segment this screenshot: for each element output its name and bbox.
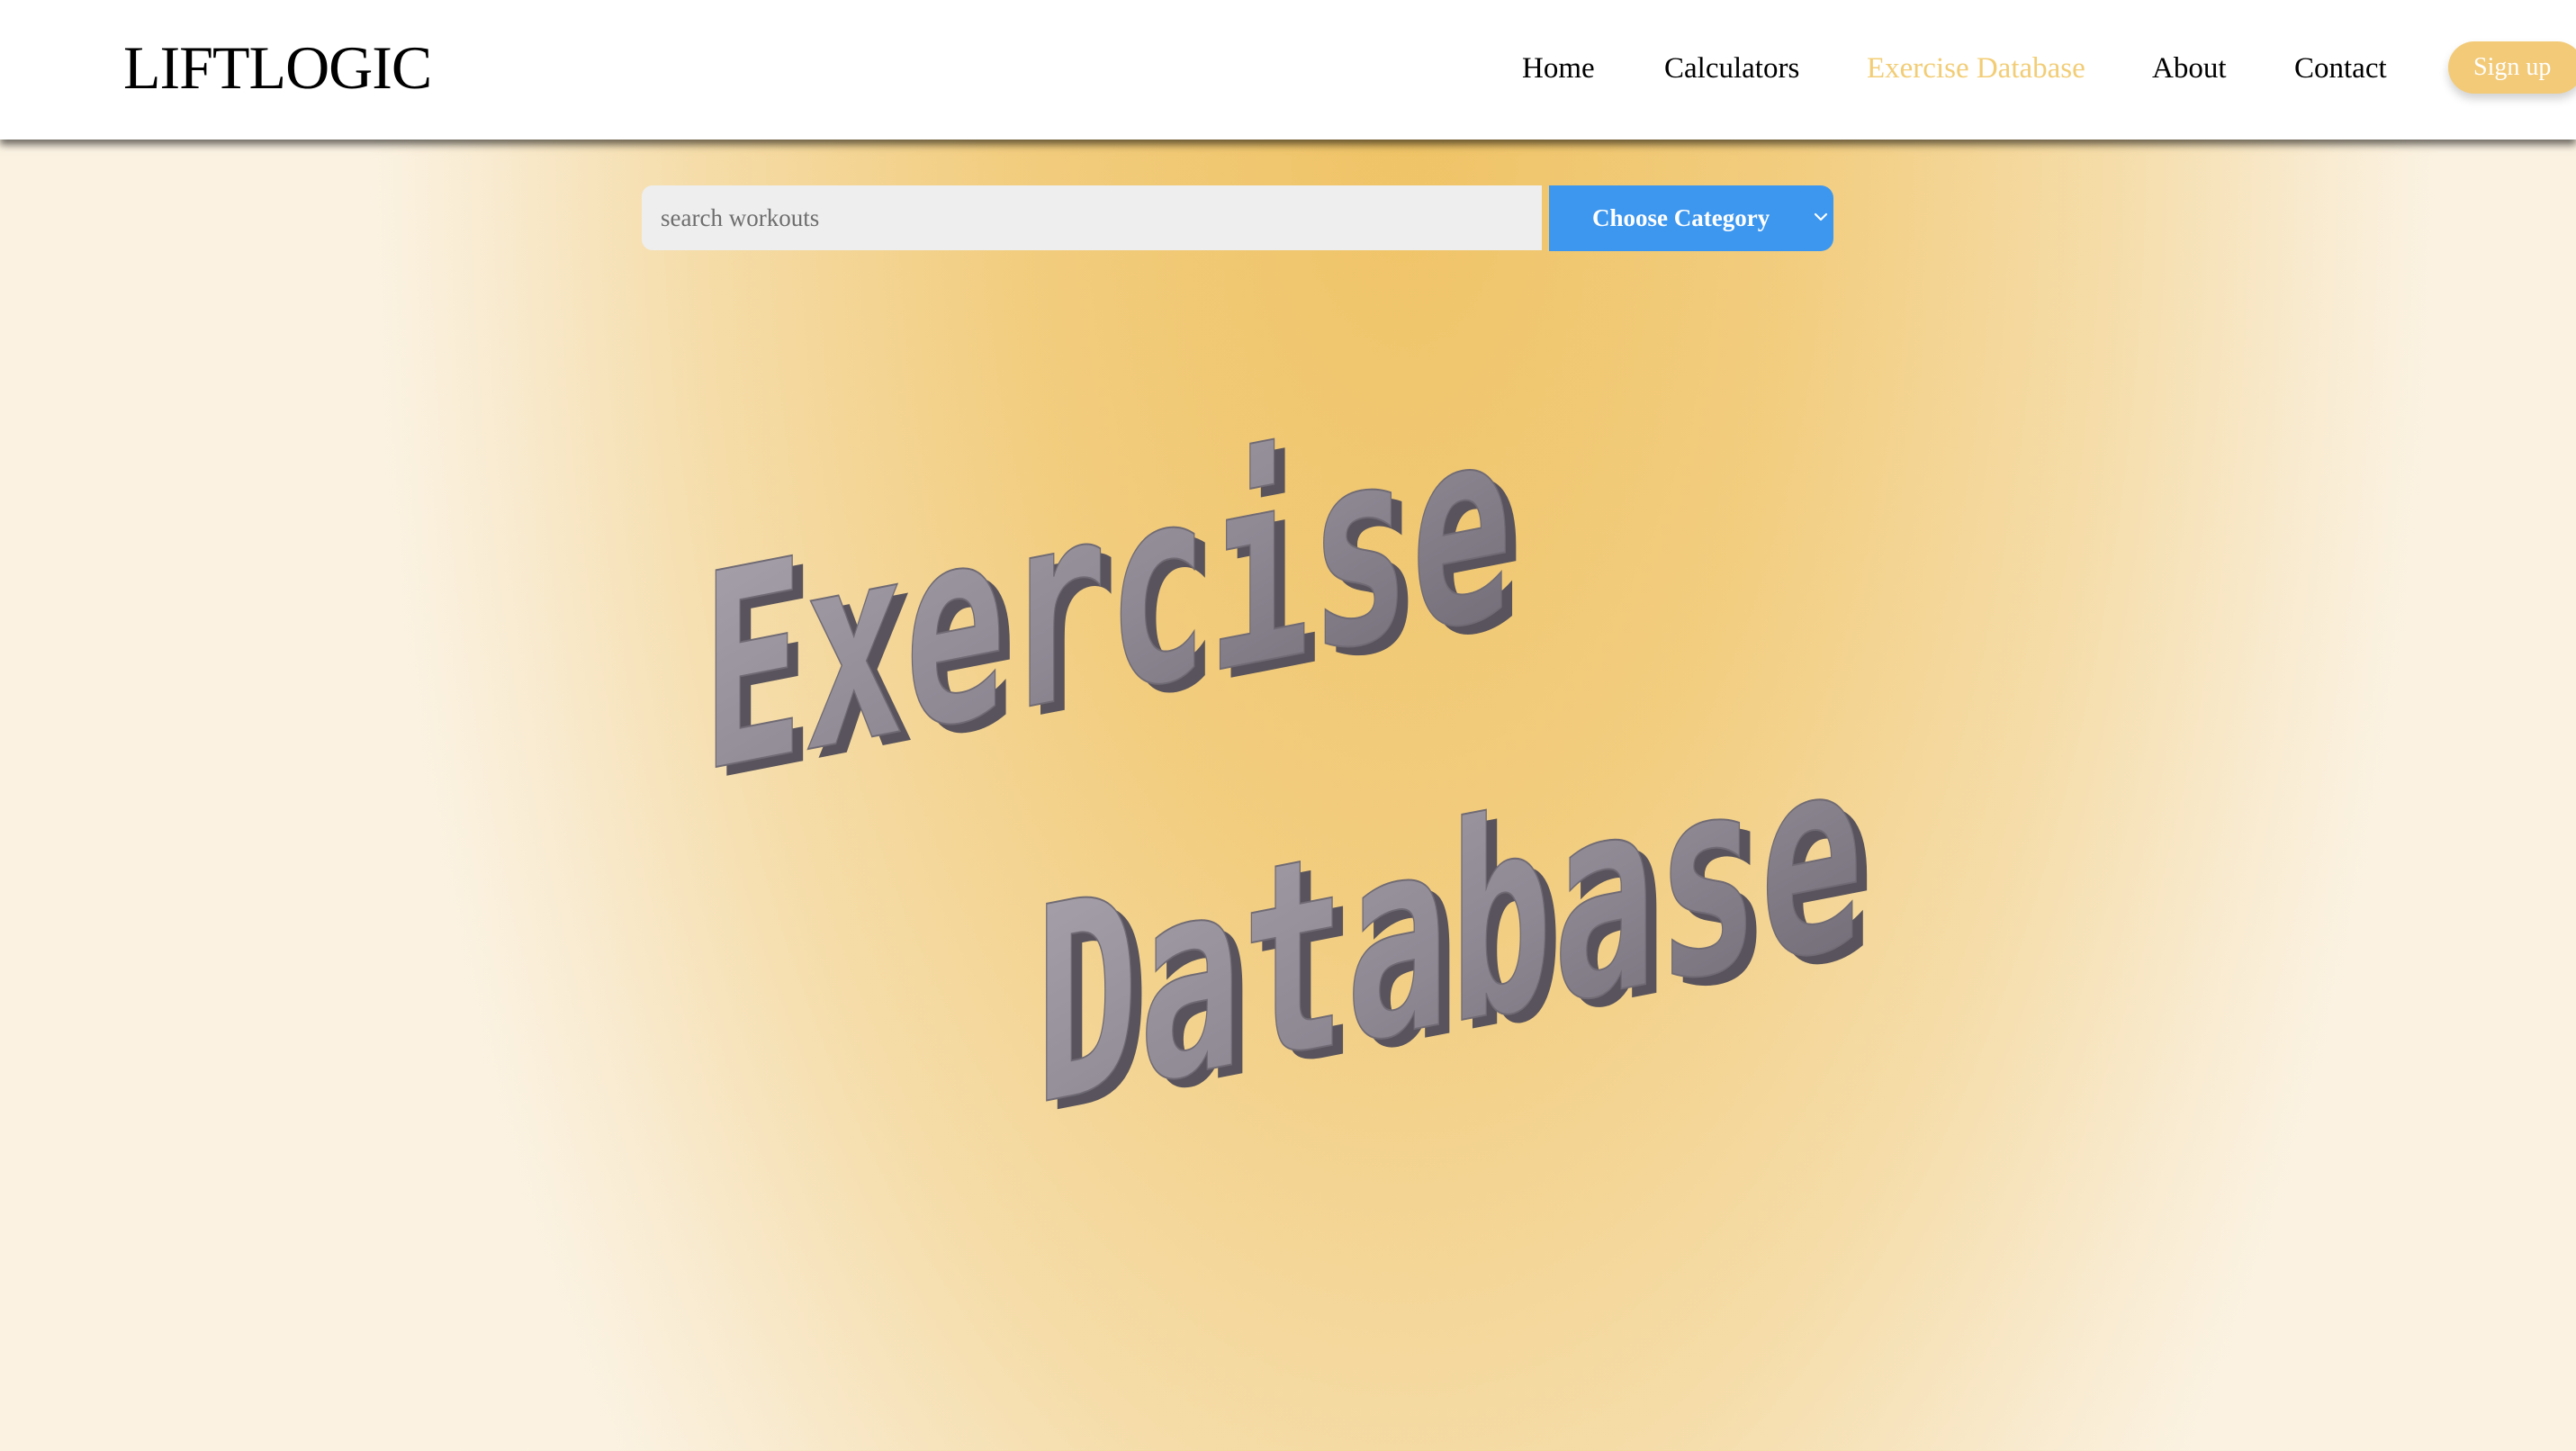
site-header: LIFTLOGIC Home Calculators Exercise Data…	[0, 0, 2576, 140]
logo[interactable]: LIFTLOGIC	[123, 32, 432, 103]
signup-button[interactable]: Sign up	[2448, 41, 2576, 94]
nav-exercise-database[interactable]: Exercise Database	[1867, 47, 2085, 90]
nav-home[interactable]: Home	[1522, 47, 1595, 90]
category-select-label: Choose Category	[1592, 204, 1770, 231]
nav-contact[interactable]: Contact	[2294, 47, 2387, 90]
nav-about[interactable]: About	[2152, 47, 2227, 90]
hero-title: Exercise Exercise Database Database	[666, 362, 1926, 1176]
search-input[interactable]	[642, 185, 1542, 250]
nav-calculators[interactable]: Calculators	[1664, 47, 1799, 90]
category-select[interactable]: Choose Category	[1549, 185, 1833, 251]
chevron-down-icon	[1814, 212, 1828, 221]
